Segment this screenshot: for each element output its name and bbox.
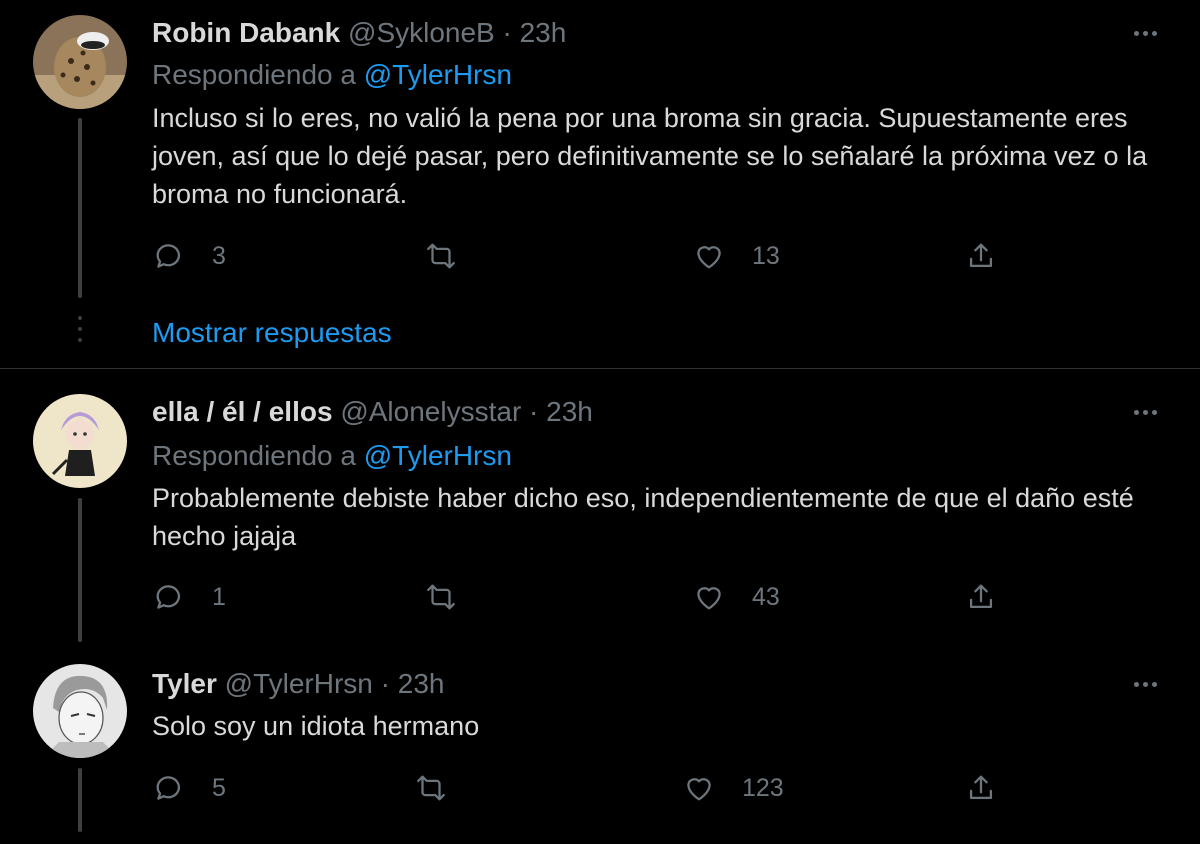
heart-icon	[697, 587, 721, 610]
display-name[interactable]: Tyler	[152, 668, 217, 699]
heart-icon	[697, 246, 721, 269]
more-icon[interactable]	[1128, 667, 1162, 701]
handle-time[interactable]: @Alonelysstar · 23h	[340, 396, 593, 427]
share-icon	[969, 243, 993, 268]
like-button[interactable]: 13	[692, 236, 780, 276]
share-button[interactable]	[964, 236, 998, 276]
thread-line	[78, 118, 82, 298]
retweet-button[interactable]	[414, 768, 474, 808]
tweet-actions: 3 13	[152, 236, 1032, 276]
thread-line	[78, 498, 82, 642]
thread-line	[78, 768, 82, 832]
like-button[interactable]: 43	[692, 577, 780, 617]
avatar-image	[33, 394, 127, 488]
display-name[interactable]: Robin Dabank	[152, 17, 340, 48]
handle-time[interactable]: @SykloneB · 23h	[348, 17, 566, 48]
replying-to: Respondiendo a @TylerHrsn	[152, 58, 512, 92]
tweet-actions: 5 123	[152, 768, 1032, 808]
avatar[interactable]	[33, 394, 127, 488]
reply-count: 3	[212, 241, 226, 270]
tweet-tyler[interactable]: Tyler @TylerHrsn · 23h Solo soy un idiot…	[0, 650, 1200, 844]
tweet-text: Probablemente debiste haber dicho eso, i…	[152, 483, 1134, 551]
heart-icon	[687, 778, 711, 801]
like-count: 13	[752, 241, 780, 270]
like-button[interactable]: 123	[682, 768, 784, 808]
show-replies-link[interactable]: Mostrar respuestas	[152, 316, 392, 350]
tweet-text: Solo soy un idiota hermano	[152, 711, 480, 741]
retweet-button[interactable]	[424, 236, 484, 276]
reply-icon	[156, 244, 181, 268]
replying-prefix: Respondiendo a	[152, 440, 356, 471]
avatar[interactable]	[33, 15, 127, 109]
retweet-icon	[427, 584, 455, 610]
mention-link[interactable]: @TylerHrsn	[364, 59, 512, 90]
thread-dots	[78, 316, 82, 350]
replying-to: Respondiendo a @TylerHrsn	[152, 439, 512, 473]
mention-link[interactable]: @TylerHrsn	[364, 440, 512, 471]
tweet-robin[interactable]: Robin Dabank @SykloneB · 23h Respondiend…	[0, 0, 1200, 368]
retweet-icon	[417, 775, 445, 801]
replying-prefix: Respondiendo a	[152, 59, 356, 90]
reply-icon	[156, 585, 181, 609]
reply-icon	[156, 776, 181, 800]
avatar[interactable]	[33, 664, 127, 758]
share-button[interactable]	[964, 577, 998, 617]
like-count: 123	[742, 773, 784, 802]
more-icon[interactable]	[1128, 16, 1162, 50]
share-button[interactable]	[964, 768, 998, 808]
more-icon[interactable]	[1128, 395, 1162, 429]
tweet-ella[interactable]: ella / él / ellos @Alonelysstar · 23h Re…	[0, 369, 1200, 649]
reply-button[interactable]: 3	[152, 236, 226, 276]
share-icon	[969, 584, 993, 609]
reply-button[interactable]: 1	[152, 577, 226, 617]
like-count: 43	[752, 582, 780, 611]
tweet-actions: 1 43	[152, 577, 1032, 617]
reply-button[interactable]: 5	[152, 768, 226, 808]
avatar-image	[33, 15, 127, 109]
reply-count: 5	[212, 773, 226, 802]
tweet-header: ella / él / ellos @Alonelysstar · 23h	[152, 395, 593, 429]
retweet-button[interactable]	[424, 577, 484, 617]
retweet-icon	[427, 243, 455, 269]
tweet-header: Tyler @TylerHrsn · 23h	[152, 667, 444, 701]
display-name[interactable]: ella / él / ellos	[152, 396, 333, 427]
avatar-image	[33, 664, 127, 758]
tweet-header: Robin Dabank @SykloneB · 23h	[152, 16, 566, 50]
reply-count: 1	[212, 582, 226, 611]
share-icon	[969, 775, 993, 800]
tweet-text: Incluso si lo eres, no valió la pena por…	[152, 103, 1148, 209]
handle-time[interactable]: @TylerHrsn · 23h	[225, 668, 445, 699]
